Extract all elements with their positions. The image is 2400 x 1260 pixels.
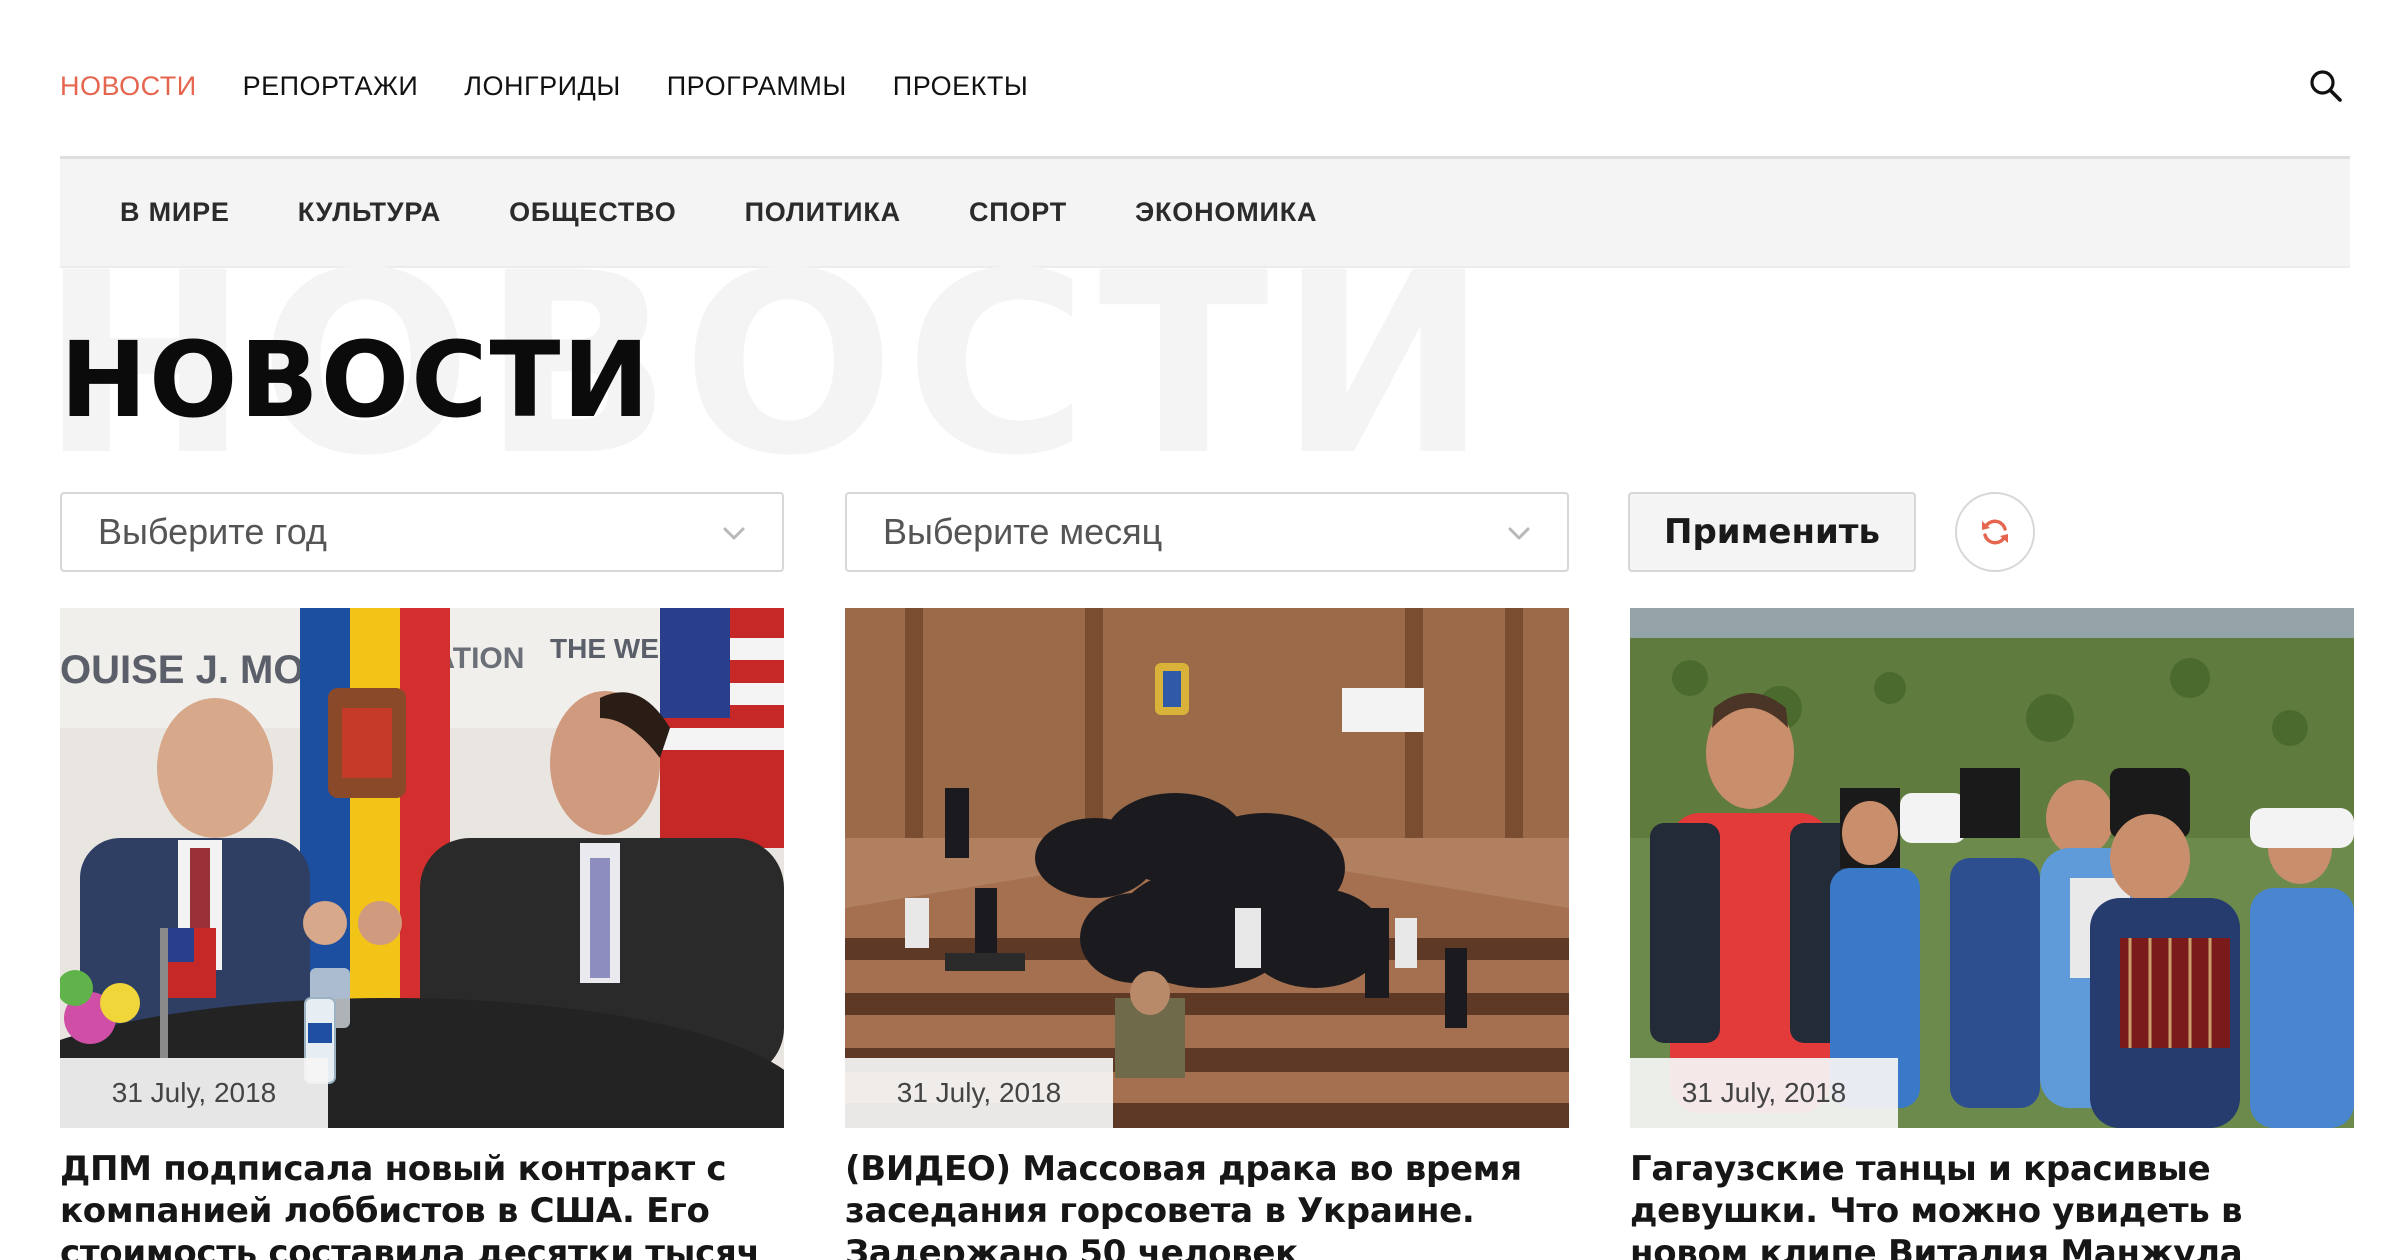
chevron-down-icon <box>1508 527 1530 540</box>
chevron-down-icon <box>723 527 745 540</box>
article-title[interactable]: Гагаузские танцы и красивые девушки. Что… <box>1630 1148 2354 1260</box>
nav-item-projects[interactable]: Проекты <box>893 62 1028 110</box>
article-date: 31 July, 2018 <box>60 1058 328 1128</box>
year-select[interactable]: Выберите год <box>60 492 784 572</box>
nav-item-reports[interactable]: Репортажи <box>243 62 419 110</box>
refresh-icon <box>1982 519 2008 545</box>
article-card[interactable]: 31 July, 2018 Гагаузские танцы и красивы… <box>1630 608 2354 1260</box>
nav-item-news[interactable]: Новости <box>60 62 197 110</box>
nav-item-programs[interactable]: Программы <box>667 62 847 110</box>
month-select-placeholder: Выберите месяц <box>883 511 1163 552</box>
nav-item-longreads[interactable]: Лонгриды <box>464 62 620 110</box>
article-date: 31 July, 2018 <box>845 1058 1113 1128</box>
year-select-placeholder: Выберите год <box>98 511 327 552</box>
article-date: 31 July, 2018 <box>1630 1058 1898 1128</box>
month-select[interactable]: Выберите месяц <box>845 492 1569 572</box>
article-image[interactable]: OUISE J. MORA NDATION THE WELCH 31 July,… <box>60 608 784 1128</box>
article-image[interactable]: 31 July, 2018 <box>845 608 1569 1128</box>
article-title[interactable]: (ВИДЕО) Массовая драка во время заседани… <box>845 1148 1569 1260</box>
search-button[interactable] <box>2308 68 2344 104</box>
article-image[interactable]: 31 July, 2018 <box>1630 608 2354 1128</box>
main-nav: Новости Репортажи Лонгриды Программы Про… <box>60 62 1074 110</box>
article-card[interactable]: 31 July, 2018 (ВИДЕО) Массовая драка во … <box>845 608 1569 1260</box>
reset-button[interactable] <box>1955 492 2035 572</box>
article-title[interactable]: ДПМ подписала новый контракт с компанией… <box>60 1148 784 1260</box>
page-title: НОВОСТИ <box>60 319 652 441</box>
search-icon <box>2310 70 2342 102</box>
article-card[interactable]: OUISE J. MORA NDATION THE WELCH 31 July,… <box>60 608 784 1260</box>
apply-button[interactable]: Применить <box>1628 492 1916 572</box>
